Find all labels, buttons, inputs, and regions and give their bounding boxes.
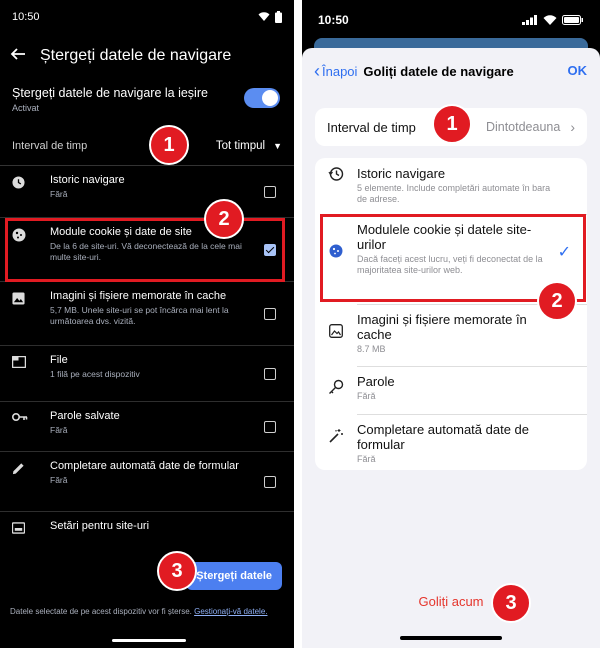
battery-icon: [275, 11, 282, 23]
chevron-right-icon: ›: [570, 119, 575, 135]
item-desc: 1 filă pe acest dispozitiv: [50, 369, 140, 379]
list-item-tabs[interactable]: File 1 filă pe acest dispozitiv: [0, 346, 294, 402]
item-desc: Fără: [357, 391, 376, 401]
item-desc: Fără: [357, 454, 376, 464]
tabs-checkbox[interactable]: [264, 367, 276, 380]
footer-text: Datele selectate de pe acest dispozitiv …: [10, 607, 192, 616]
cache-checkbox[interactable]: [264, 307, 276, 320]
bottom-bar: Ștergeți datele Datele selectate de pe a…: [0, 552, 294, 648]
back-arrow-icon[interactable]: [10, 46, 32, 67]
list-item-cache[interactable]: Imagini și fișiere memorate în cache 8.7…: [315, 312, 587, 355]
item-title: Parole: [357, 374, 395, 389]
status-bar: 10:50: [302, 0, 600, 40]
item-desc: 5,7 MB. Unele site-uri se pot încărca ma…: [50, 305, 229, 326]
android-screen: 10:50 Ștergeți datele de navigare Șterge…: [0, 0, 294, 648]
item-desc: Fără: [50, 475, 68, 485]
clear-data-button[interactable]: Ștergeți datele: [186, 562, 282, 590]
list-item-passwords[interactable]: Parole salvate Fără: [0, 402, 294, 452]
dropdown-caret-icon: ▼: [273, 140, 282, 151]
item-title: Imagini și fișiere memorate în cache: [357, 312, 527, 342]
clear-on-exit-state: Activat: [12, 103, 40, 113]
step-marker-1: 1: [149, 125, 189, 165]
key-icon: [315, 374, 357, 402]
status-time: 10:50: [318, 13, 349, 27]
history-checkbox[interactable]: [264, 185, 276, 198]
item-title: Setări pentru site-uri: [50, 520, 150, 532]
item-title: Completare automată date de formular: [50, 460, 239, 472]
footer-note: Datele selectate de pe acest dispozitiv …: [10, 606, 282, 618]
time-range-row[interactable]: Interval de timp Tot timpul ▼: [0, 126, 294, 166]
highlight-box: [5, 218, 285, 282]
passwords-checkbox[interactable]: [264, 420, 276, 433]
ok-button[interactable]: OK: [568, 63, 588, 78]
pencil-icon: [12, 460, 50, 503]
wifi-icon: [543, 15, 557, 25]
item-desc: 5 elemente. Include completări automate …: [357, 183, 551, 204]
autofill-checkbox[interactable]: [264, 475, 276, 488]
back-button[interactable]: ‹ Înapoi: [314, 61, 358, 81]
nav-bar: ‹ Înapoi Goliți datele de navigare OK: [302, 48, 600, 94]
tab-icon: [12, 354, 50, 393]
page-title: Goliți datele de navigare: [363, 63, 514, 79]
wifi-icon: [258, 12, 270, 21]
step-marker-3: 3: [491, 583, 531, 623]
clear-on-exit-label: Ștergeți datele de navigare la ieșire: [12, 86, 208, 100]
history-icon: [315, 166, 357, 205]
list-item-history[interactable]: Istoric navigare 5 elemente. Include com…: [315, 166, 587, 205]
item-title: Istoric navigare: [357, 166, 446, 181]
time-range-value: Dintotdeauna: [485, 120, 561, 134]
time-range-value[interactable]: Tot timpul: [216, 140, 265, 152]
divider: [357, 414, 587, 415]
step-marker-3: 3: [157, 551, 197, 591]
item-desc: 8.7 MB: [357, 344, 386, 354]
step-marker-2: 2: [204, 199, 244, 239]
divider: [357, 366, 587, 367]
list-item-autofill[interactable]: Completare automată date de formular Făr…: [0, 452, 294, 512]
clear-now-button[interactable]: Goliți acum: [302, 594, 600, 609]
app-bar: Ștergeți datele de navigare: [0, 34, 294, 78]
item-title: Imagini și fișiere memorate în cache: [50, 290, 227, 302]
battery-icon: [562, 15, 583, 25]
settings-icon: [12, 520, 50, 554]
manage-data-link[interactable]: Gestionați-vă datele.: [194, 607, 267, 616]
back-label: Înapoi: [322, 63, 358, 79]
status-bar: 10:50: [0, 0, 294, 34]
home-indicator: [400, 636, 502, 640]
clock-icon: [12, 174, 50, 209]
item-title: Completare automată date de formular: [357, 422, 529, 452]
item-title: Istoric navigare: [50, 174, 125, 186]
list-item-cache[interactable]: Imagini și fișiere memorate în cache 5,7…: [0, 282, 294, 346]
list-item-autofill[interactable]: Completare automată date de formular Făr…: [315, 422, 587, 465]
list-item-history[interactable]: Istoric navigare Fără: [0, 166, 294, 218]
image-icon: [315, 312, 357, 355]
clear-on-exit-toggle[interactable]: [244, 88, 280, 108]
step-marker-1: 1: [432, 104, 472, 144]
item-title: File: [50, 354, 68, 366]
clear-on-exit-row[interactable]: Ștergeți datele de navigare la ieșire Ac…: [0, 78, 294, 126]
status-time: 10:50: [12, 11, 40, 23]
signal-icon: [522, 15, 537, 25]
step-marker-2: 2: [537, 281, 577, 321]
page-title: Ștergeți datele de navigare: [40, 47, 232, 64]
key-icon: [12, 410, 50, 443]
chevron-left-icon: ‹: [314, 61, 320, 81]
list-item-passwords[interactable]: Parole Fără: [315, 374, 587, 402]
gesture-handle: [112, 639, 186, 642]
item-title: Parole salvate: [50, 410, 120, 422]
image-icon: [12, 290, 50, 337]
item-desc: Fără: [50, 425, 68, 435]
ios-screen: 10:50 ‹ Înapoi Goliți datele de navigare…: [302, 0, 600, 648]
magic-wand-icon: [315, 422, 357, 465]
